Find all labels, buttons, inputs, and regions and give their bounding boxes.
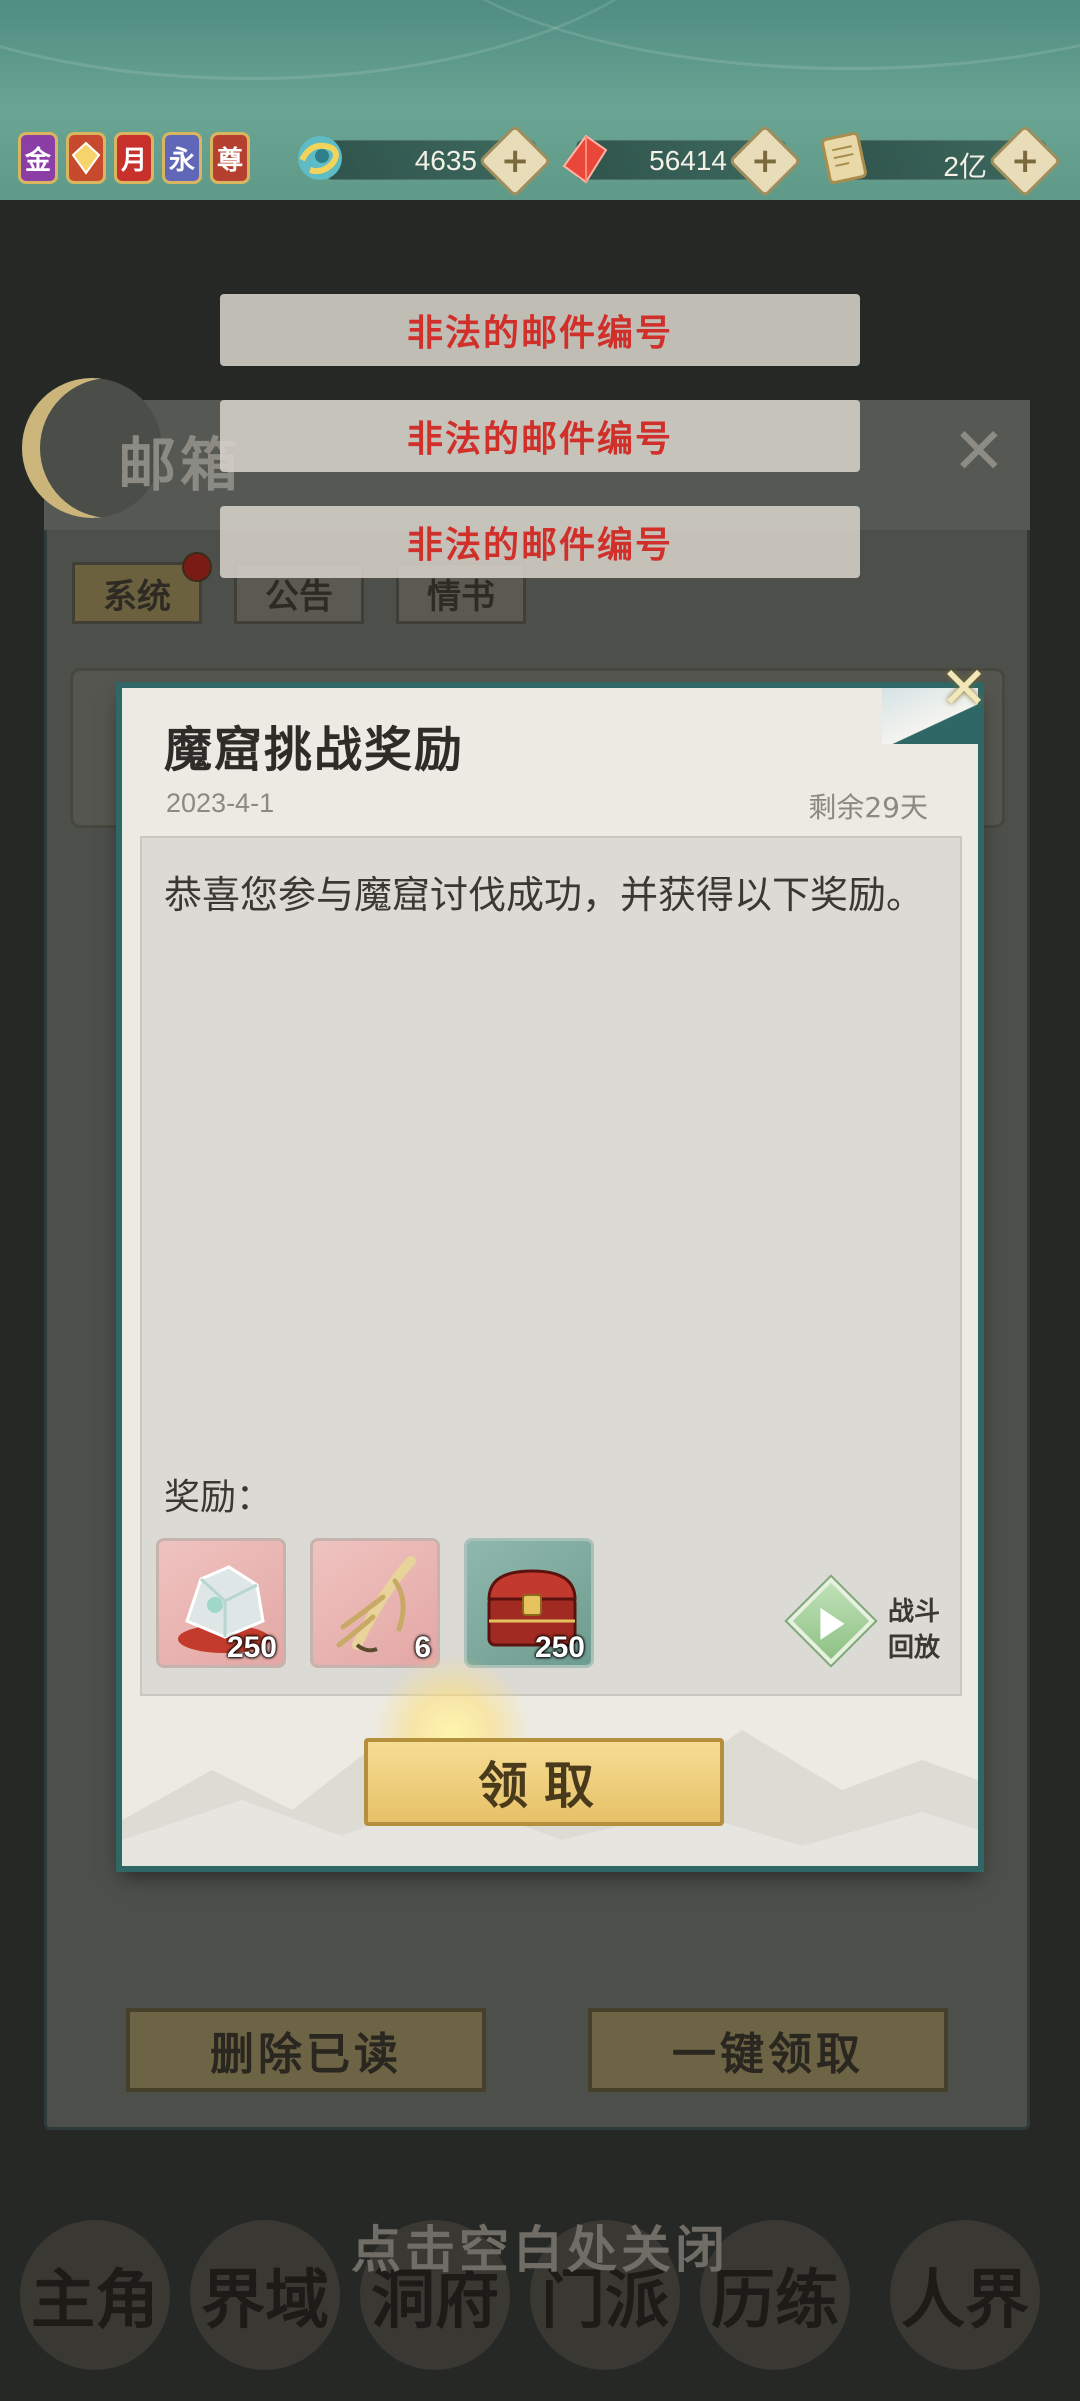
error-toast: 非法的邮件编号	[220, 400, 860, 472]
add-crystal-button[interactable]: +	[728, 124, 802, 198]
gold-badge-icon[interactable]: 金	[18, 132, 58, 184]
permanent-card-icon[interactable]: 永	[162, 132, 202, 184]
resource-jade: 4635 +	[326, 124, 552, 198]
reward-count: 250	[226, 1631, 277, 1664]
mail-body: 恭喜您参与魔窟讨伐成功，并获得以下奖励。	[164, 873, 925, 917]
top-resource-bar: 金 月 永 尊 4635 + 56414 + 2亿 +	[0, 0, 1080, 200]
mail-date: 2023-4-1	[166, 788, 275, 818]
close-icon[interactable]: ✕	[938, 659, 990, 717]
treasure-badge-icon[interactable]	[66, 132, 106, 184]
delete-read-button[interactable]: 删除已读	[126, 2008, 486, 2092]
reward-label: 奖励：	[164, 1477, 273, 1518]
battle-replay-label-line2: 回放	[888, 1633, 941, 1663]
add-jade-button[interactable]: +	[478, 124, 552, 198]
resource-jade-value: 4635	[414, 145, 477, 176]
claim-all-button[interactable]: 一键领取	[588, 2008, 948, 2092]
scroll-icon	[821, 131, 867, 185]
reward-item[interactable]: 250	[156, 1538, 286, 1668]
red-crystal-icon	[562, 134, 608, 184]
claim-button[interactable]: 领取	[364, 1738, 724, 1826]
error-toast: 非法的邮件编号	[220, 506, 860, 578]
add-scroll-button[interactable]: +	[988, 124, 1062, 198]
battle-replay-label[interactable]: 战斗 回放	[888, 1594, 940, 1666]
plus-icon: +	[750, 141, 780, 181]
reward-count: 250	[534, 1631, 585, 1664]
reward-item[interactable]: 250	[464, 1538, 594, 1668]
month-card-icon[interactable]: 月	[114, 132, 154, 184]
treasure-badge-glyph	[71, 141, 101, 175]
reward-item[interactable]: 6	[310, 1538, 440, 1668]
plus-icon: +	[1010, 141, 1040, 181]
mail-title: 魔窟挑战奖励	[164, 722, 465, 778]
battle-replay-label-line1: 战斗	[888, 1597, 941, 1627]
error-toast: 非法的邮件编号	[220, 294, 860, 366]
activity-badges: 金 月 永 尊	[18, 132, 250, 184]
mailbox-close-icon[interactable]: ✕	[952, 420, 1006, 484]
mail-remaining-days: 剩余29天	[808, 791, 928, 824]
unread-dot	[182, 552, 212, 582]
tap-blank-to-close-hint: 点击空白处关闭	[351, 2221, 729, 2279]
resource-scroll-value: 2亿	[943, 151, 987, 182]
resource-crystal-value: 56414	[649, 145, 727, 176]
plus-icon: +	[500, 141, 530, 181]
vip-badge-icon[interactable]: 尊	[210, 132, 250, 184]
jade-swirl-icon	[298, 136, 342, 180]
